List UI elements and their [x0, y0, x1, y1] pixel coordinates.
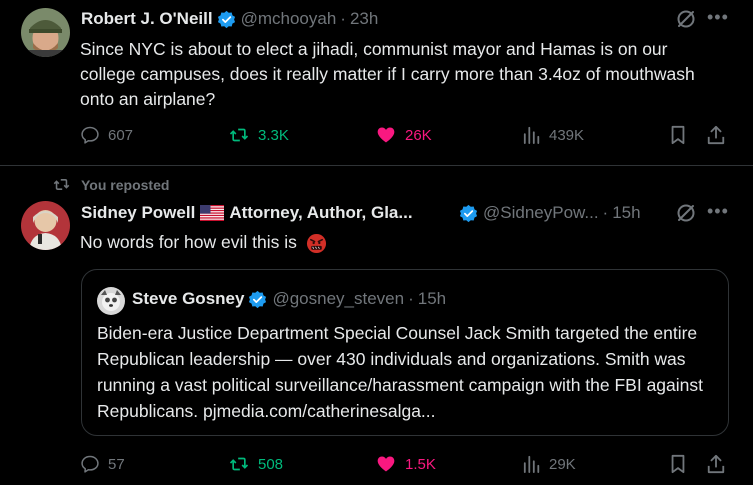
reply-count: 607 [108, 126, 134, 144]
avatar-robert-oneill[interactable] [21, 8, 70, 57]
repost-button[interactable]: 3.3K [228, 125, 289, 145]
views-count: 29K [549, 455, 576, 473]
display-name[interactable]: Robert J. O'Neill [81, 9, 213, 29]
like-count: 26K [405, 126, 432, 144]
grok-icon[interactable] [675, 8, 697, 30]
views-button[interactable]: 29K [523, 454, 576, 474]
timestamp[interactable]: 15h [612, 203, 640, 223]
repost-label[interactable]: You reposted [81, 177, 169, 193]
repost-count: 508 [258, 455, 284, 473]
tweet2-handle-row: @SidneyPow... · 15h [459, 203, 641, 223]
tweet1-header: Robert J. O'Neill @mchooyah · 23h [81, 9, 378, 29]
bookmark-icon [671, 454, 685, 474]
grok-icon[interactable] [675, 202, 697, 224]
verified-badge-icon[interactable] [459, 204, 478, 223]
tweet-text: Since NYC is about to elect a jihadi, co… [80, 39, 695, 109]
tweet2-actions: 57 508 1.5K 29K [80, 454, 730, 484]
us-flag-icon [200, 205, 225, 221]
timestamp[interactable]: 23h [350, 9, 378, 29]
avatar-sidney-powell[interactable] [21, 201, 70, 250]
tweet-robert-oneill[interactable]: Robert J. O'Neill @mchooyah · 23h ••• Si… [0, 0, 753, 165]
repost-icon [229, 128, 249, 142]
verified-badge-icon[interactable] [248, 290, 267, 309]
bookmark-button[interactable] [669, 454, 695, 474]
handle[interactable]: @mchooyah [241, 9, 337, 29]
handle[interactable]: @gosney_steven [272, 289, 404, 309]
quoted-tweet[interactable]: Steve Gosney @gosney_steven · 15h Biden-… [81, 269, 729, 436]
avatar-steve-gosney[interactable] [97, 287, 125, 315]
repost-icon [53, 179, 70, 190]
display-name[interactable]: Steve Gosney [132, 289, 244, 309]
tweet-text-row: No words for how evil this is [80, 230, 680, 255]
views-button[interactable]: 439K [523, 125, 584, 145]
bookmark-button[interactable] [669, 125, 695, 145]
tweet1-actions: 607 3.3K 26K 439K [80, 125, 730, 155]
tweet-text: No words for how evil this is [80, 232, 297, 252]
tweet-sidney-powell[interactable]: You reposted Sidney Powell Attorney, Aut… [0, 166, 753, 485]
reply-button[interactable]: 57 [80, 454, 125, 474]
reply-icon [81, 455, 99, 473]
views-count: 439K [549, 126, 585, 144]
like-button[interactable]: 26K [375, 125, 432, 145]
views-icon [523, 455, 540, 473]
like-button[interactable]: 1.5K [375, 454, 436, 474]
angry-emoji-icon [306, 233, 326, 253]
repost-icon [229, 457, 249, 471]
bookmark-icon [671, 125, 685, 145]
separator: · [408, 289, 414, 308]
reply-count: 57 [108, 455, 125, 473]
handle[interactable]: @SidneyPow... [483, 203, 599, 223]
views-icon [523, 126, 540, 144]
repost-indicator: You reposted [52, 176, 169, 193]
verified-badge-icon[interactable] [217, 10, 236, 29]
like-icon [377, 127, 395, 143]
like-count: 1.5K [405, 455, 436, 473]
tweet2-header: Sidney Powell Attorney, Author, Gla... [81, 203, 413, 223]
share-button[interactable] [706, 454, 734, 474]
share-icon [707, 125, 725, 145]
more-icon[interactable]: ••• [707, 8, 729, 26]
repost-button[interactable]: 508 [228, 454, 283, 474]
separator: · [602, 203, 609, 222]
reply-button[interactable]: 607 [80, 125, 133, 145]
display-name[interactable]: Sidney Powell [81, 203, 195, 223]
separator: · [340, 9, 346, 28]
reply-icon [81, 126, 99, 144]
share-icon [707, 454, 725, 474]
timestamp[interactable]: 15h [418, 289, 446, 309]
more-icon[interactable]: ••• [707, 202, 729, 220]
display-name-title[interactable]: Attorney, Author, Gla... [229, 203, 412, 223]
quote-header: Steve Gosney @gosney_steven · 15h [132, 289, 446, 309]
like-icon [377, 456, 395, 472]
repost-count: 3.3K [258, 126, 289, 144]
quote-text: Biden-era Justice Department Special Cou… [97, 323, 704, 421]
share-button[interactable] [706, 125, 734, 145]
